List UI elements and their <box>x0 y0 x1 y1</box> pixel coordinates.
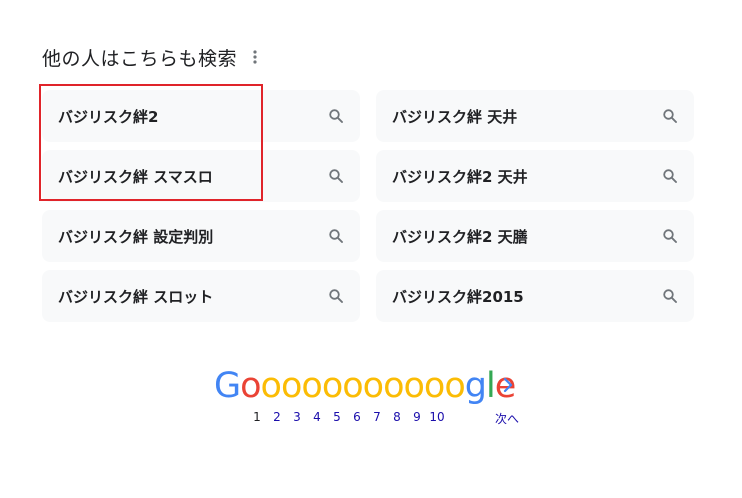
related-search-chip[interactable]: バジリスク絆 スマスロ <box>42 150 360 202</box>
logo-letter: o <box>342 366 363 406</box>
page-number-link[interactable]: 6 <box>347 410 367 424</box>
page-number-link[interactable]: 8 <box>387 410 407 424</box>
logo-letter: g <box>464 366 487 406</box>
logo-letter: o <box>444 366 465 406</box>
related-search-label: バジリスク絆 設定判別 <box>58 227 214 246</box>
search-icon <box>328 108 344 124</box>
search-icon <box>662 168 678 184</box>
chevron-right-icon[interactable] <box>501 375 515 395</box>
related-search-label: バジリスク絆2 <box>58 107 159 126</box>
page-number-link[interactable]: 7 <box>367 410 387 424</box>
more-options-icon[interactable] <box>249 47 261 67</box>
related-search-label: バジリスク絆 スロット <box>58 287 214 306</box>
related-search-chip[interactable]: バジリスク絆2 天井 <box>376 150 694 202</box>
page-numbers: 1 2 3 4 5 6 7 8 9 10 <box>247 410 447 424</box>
page-number-link[interactable]: 4 <box>307 410 327 424</box>
page-number-link[interactable]: 9 <box>407 410 427 424</box>
logo-letter: o <box>301 366 322 406</box>
search-icon <box>662 228 678 244</box>
related-search-chip[interactable]: バジリスク絆2 天膳 <box>376 210 694 262</box>
page-number-link[interactable]: 2 <box>267 410 287 424</box>
related-search-chip[interactable]: バジリスク絆 設定判別 <box>42 210 360 262</box>
logo-letter: o <box>403 366 425 406</box>
related-search-chip[interactable]: バジリスク絆2 <box>42 90 360 142</box>
related-search-chip[interactable]: バジリスク絆2015 <box>376 270 694 322</box>
section-title: 他の人はこちらも検索 <box>42 47 238 70</box>
search-icon <box>328 228 344 244</box>
logo-letter: o <box>383 366 404 406</box>
related-search-label: バジリスク絆 スマスロ <box>58 167 213 186</box>
page-number-current: 1 <box>253 410 261 424</box>
related-search-label: バジリスク絆 天井 <box>392 107 518 126</box>
related-search-chip[interactable]: バジリスク絆 スロット <box>42 270 360 322</box>
logo-letter: l <box>485 366 496 406</box>
next-page-link[interactable]: 次へ <box>495 410 519 427</box>
search-icon <box>328 288 344 304</box>
related-search-chip[interactable]: バジリスク絆 天井 <box>376 90 694 142</box>
logo-letter: o <box>260 366 282 406</box>
page-number-link[interactable]: 5 <box>327 410 347 424</box>
related-search-label: バジリスク絆2 天井 <box>392 167 528 186</box>
page-number-link[interactable]: 10 <box>427 410 447 424</box>
search-icon <box>328 168 344 184</box>
logo-letter: o <box>280 366 302 406</box>
logo-letter: o <box>240 366 261 406</box>
logo-letter: G <box>214 366 241 406</box>
page-number-link[interactable]: 3 <box>287 410 307 424</box>
related-search-label: バジリスク絆2015 <box>392 287 524 306</box>
google-pagination-logo: Gooooooooooogle <box>214 366 516 406</box>
related-search-label: バジリスク絆2 天膳 <box>392 227 528 246</box>
search-icon <box>662 288 678 304</box>
logo-letter: o <box>321 366 343 406</box>
related-searches-header: 他の人はこちらも検索 <box>42 42 261 72</box>
search-icon <box>662 108 678 124</box>
logo-letter: o <box>423 366 445 406</box>
logo-letter: o <box>362 366 384 406</box>
